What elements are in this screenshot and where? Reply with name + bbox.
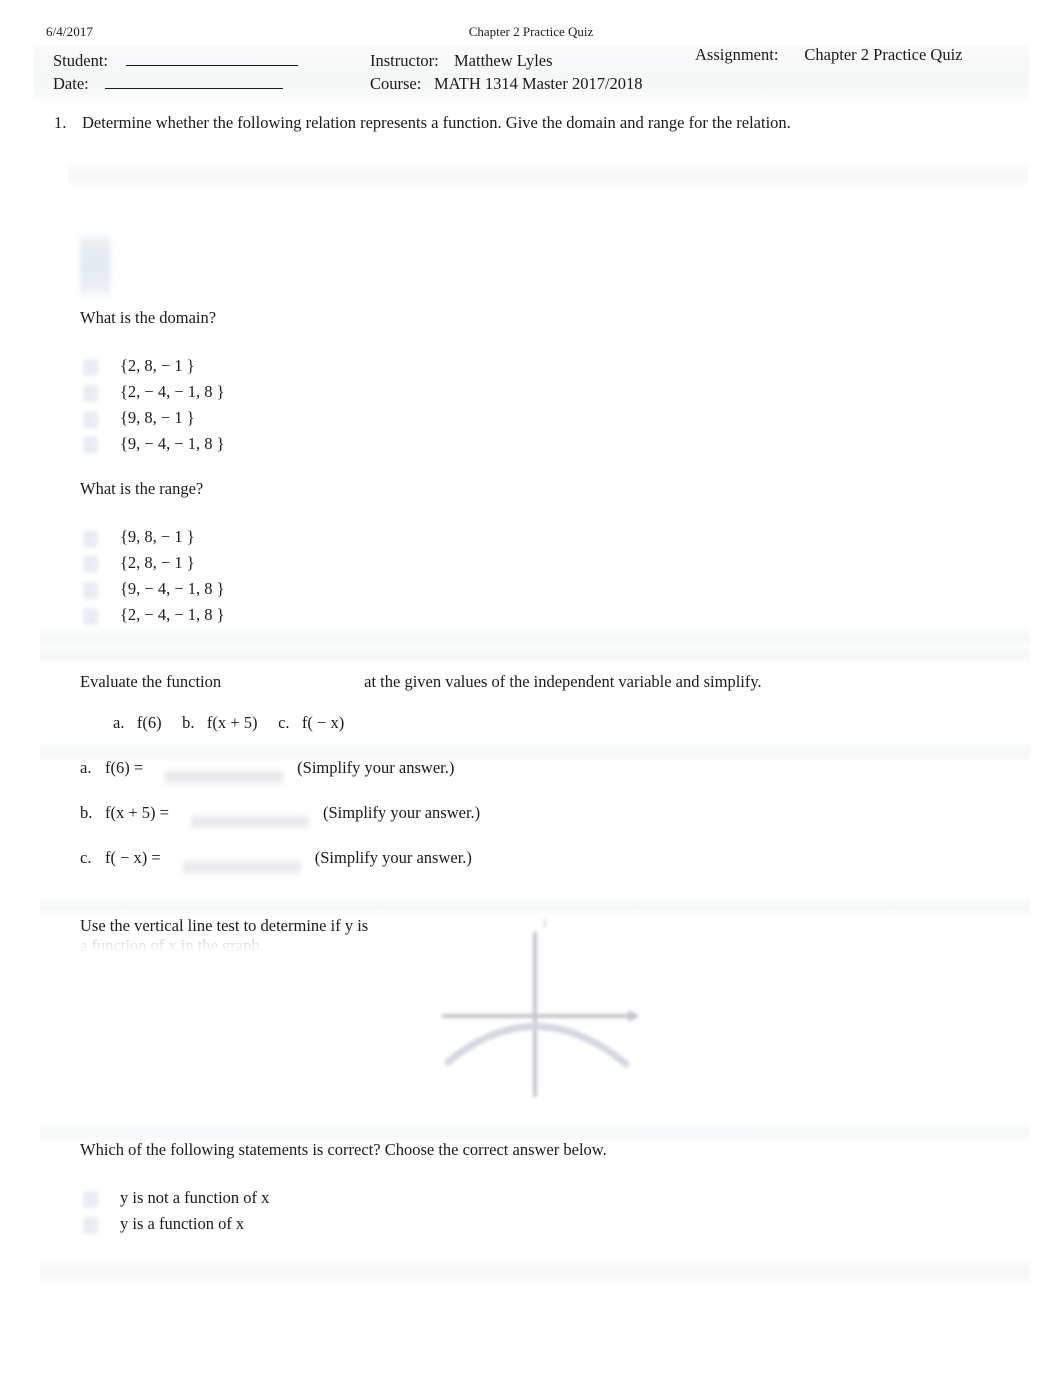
- page-header: 6/4/2017 Chapter 2 Practice Quiz: [0, 24, 1062, 44]
- answer-row-tag: c.: [80, 848, 92, 867]
- radio-button-icon[interactable]: [83, 530, 98, 547]
- student-label: Student:: [53, 51, 109, 70]
- radio-button-icon[interactable]: [83, 1217, 98, 1234]
- section-band-footer: [40, 1258, 1030, 1284]
- range-choice-option-label: {9, 8, − 1 }: [120, 527, 195, 546]
- answer-row-hint: (Simplify your answer.): [314, 848, 472, 867]
- section-band-relation: [68, 162, 1028, 188]
- question-number: 1.: [54, 113, 67, 132]
- instructor-label: Instructor:: [370, 51, 439, 70]
- assignment-value: Chapter 2 Practice Quiz: [804, 45, 963, 64]
- date-field[interactable]: [104, 74, 283, 89]
- final-question-prompt: Which of the following statements is cor…: [80, 1140, 607, 1159]
- domain-choice-option-label: {9, − 4, − 1, 8 }: [120, 434, 225, 453]
- domain-choice-option-label: {2, 8, − 1 }: [120, 356, 195, 375]
- radio-button-icon[interactable]: [83, 1191, 98, 1208]
- student-row: Student:: [53, 51, 299, 71]
- answer-row: a. f(6) = (Simplify your answer.): [80, 758, 455, 787]
- range-prompt: What is the range?: [80, 479, 204, 498]
- evaluate-intro: Evaluate the function at the given values…: [80, 672, 762, 692]
- radio-button-icon[interactable]: [83, 608, 98, 625]
- answer-row: b. f(x + 5) = (Simplify your answer.): [80, 803, 481, 832]
- section-band-evaluate: [40, 644, 1030, 664]
- section-band-evaluate-top: [40, 626, 1030, 648]
- answer-row-tag: b.: [80, 803, 93, 822]
- evaluate-parts-line: a. f(6) b. f(x + 5) c. f( − x): [113, 713, 345, 732]
- y-axis-label: y: [542, 914, 549, 929]
- radio-button-icon[interactable]: [83, 437, 98, 454]
- instructor-row: Instructor: Matthew Lyles: [370, 51, 553, 71]
- student-name-field[interactable]: [126, 51, 299, 66]
- assignment-info-band: Student: Date: Instructor: Matthew Lyles…: [33, 45, 1029, 101]
- range-choice-option-label: {2, 8, − 1 }: [120, 553, 195, 572]
- date-row: Date:: [53, 74, 283, 94]
- vertical-line-test-line1: Use the vertical line test to determine …: [80, 916, 369, 935]
- question-stem: Determine whether the following relation…: [82, 113, 791, 132]
- section-band-final-question: [40, 1122, 1030, 1142]
- answer-input-field[interactable]: [190, 813, 309, 832]
- answer-row-hint: (Simplify your answer.): [297, 758, 455, 777]
- vlt-choice-option-label: y is a function of x: [120, 1214, 245, 1233]
- domain-choice-option-label: {2, − 4, − 1, 8 }: [120, 382, 225, 401]
- answer-input-field[interactable]: [165, 768, 284, 787]
- assignment-label: Assignment:: [695, 45, 779, 64]
- vlt-choice-option-label: y is not a function of x: [120, 1188, 270, 1207]
- x-axis-arrow: [628, 1010, 640, 1022]
- radio-button-icon[interactable]: [83, 556, 98, 573]
- answer-row: c. f( − x) = (Simplify your answer.): [80, 848, 472, 877]
- relation-diagram-placeholder: [80, 232, 110, 300]
- course-label: Course:: [370, 74, 422, 93]
- answer-row-expression: f(x + 5) =: [105, 803, 169, 822]
- course-value: MATH 1314 Master 2017/2018: [434, 74, 643, 93]
- answer-row-expression: f( − x) =: [105, 848, 161, 867]
- course-row: Course: MATH 1314 Master 2017/2018: [370, 74, 643, 94]
- answer-row-expression: f(6) =: [105, 758, 144, 777]
- page-title: Chapter 2 Practice Quiz: [468, 24, 594, 39]
- radio-button-icon[interactable]: [83, 411, 98, 428]
- answer-row-hint: (Simplify your answer.): [322, 803, 481, 822]
- date-label: Date:: [53, 74, 89, 93]
- radio-button-icon[interactable]: [83, 582, 98, 599]
- evaluate-intro-after: at the given values of the independent v…: [364, 672, 762, 691]
- radio-button-icon[interactable]: [83, 385, 98, 402]
- answer-input-field[interactable]: [182, 858, 301, 877]
- instructor-value: Matthew Lyles: [454, 51, 553, 70]
- domain-choice-option-label: {9, 8, − 1 }: [120, 408, 195, 427]
- assignment-column: Assignment: Chapter 2 Practice Quiz: [695, 45, 963, 65]
- domain-prompt: What is the domain?: [80, 308, 217, 327]
- vertical-line-test-line2: a function of x in the graph.: [80, 936, 264, 955]
- evaluate-intro-before: Evaluate the function: [80, 672, 222, 691]
- answer-row-tag: a.: [80, 758, 92, 777]
- range-choice-option-label: {2, − 4, − 1, 8 }: [120, 605, 225, 624]
- vertical-line-test-graph: y: [430, 912, 670, 1107]
- radio-button-icon[interactable]: [83, 359, 98, 376]
- range-choice-option-label: {9, − 4, − 1, 8 }: [120, 579, 225, 598]
- graph-svg: [442, 932, 640, 1097]
